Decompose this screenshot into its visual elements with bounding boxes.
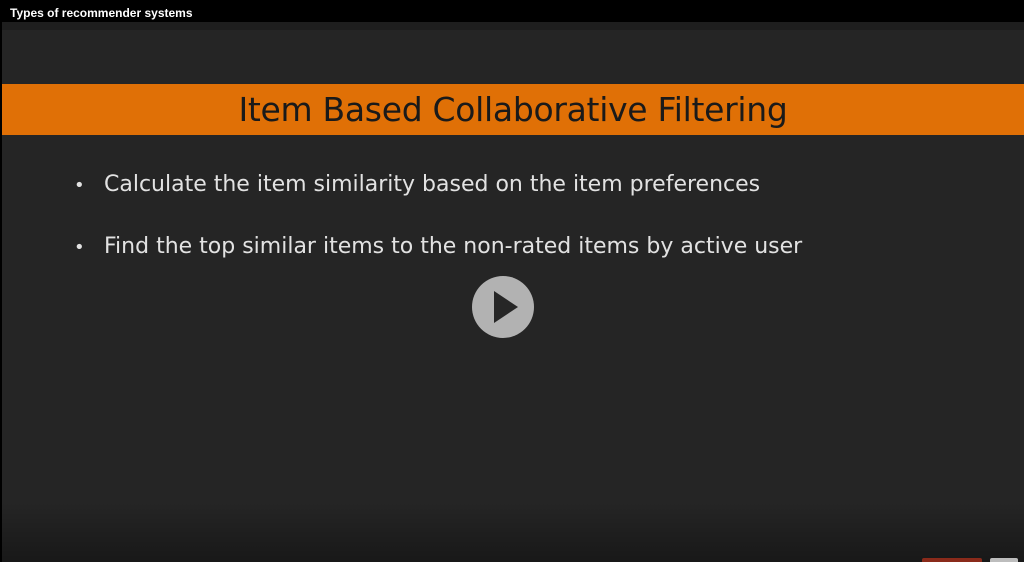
watermark-logo-part <box>922 558 982 562</box>
bullet-text: Find the top similar items to the non-ra… <box>104 234 803 259</box>
play-button[interactable] <box>472 276 534 338</box>
slide-title: Item Based Collaborative Filtering <box>238 90 788 129</box>
video-title[interactable]: Types of recommender systems <box>10 6 193 20</box>
bullet-list: • Calculate the item similarity based on… <box>74 172 974 296</box>
bullet-item: • Calculate the item similarity based on… <box>74 172 974 234</box>
bullet-text: Calculate the item similarity based on t… <box>104 172 761 197</box>
video-player[interactable]: Types of recommender systems Item Based … <box>0 0 1024 562</box>
slide-header-strip <box>2 22 1024 30</box>
channel-watermark <box>922 556 1018 562</box>
slide-title-band: Item Based Collaborative Filtering <box>2 84 1024 135</box>
watermark-logo-part <box>990 558 1018 562</box>
video-title-bar: Types of recommender systems <box>0 0 1024 22</box>
play-icon <box>494 291 518 323</box>
bullet-dot: • <box>74 175 85 196</box>
bullet-dot: • <box>74 237 85 258</box>
